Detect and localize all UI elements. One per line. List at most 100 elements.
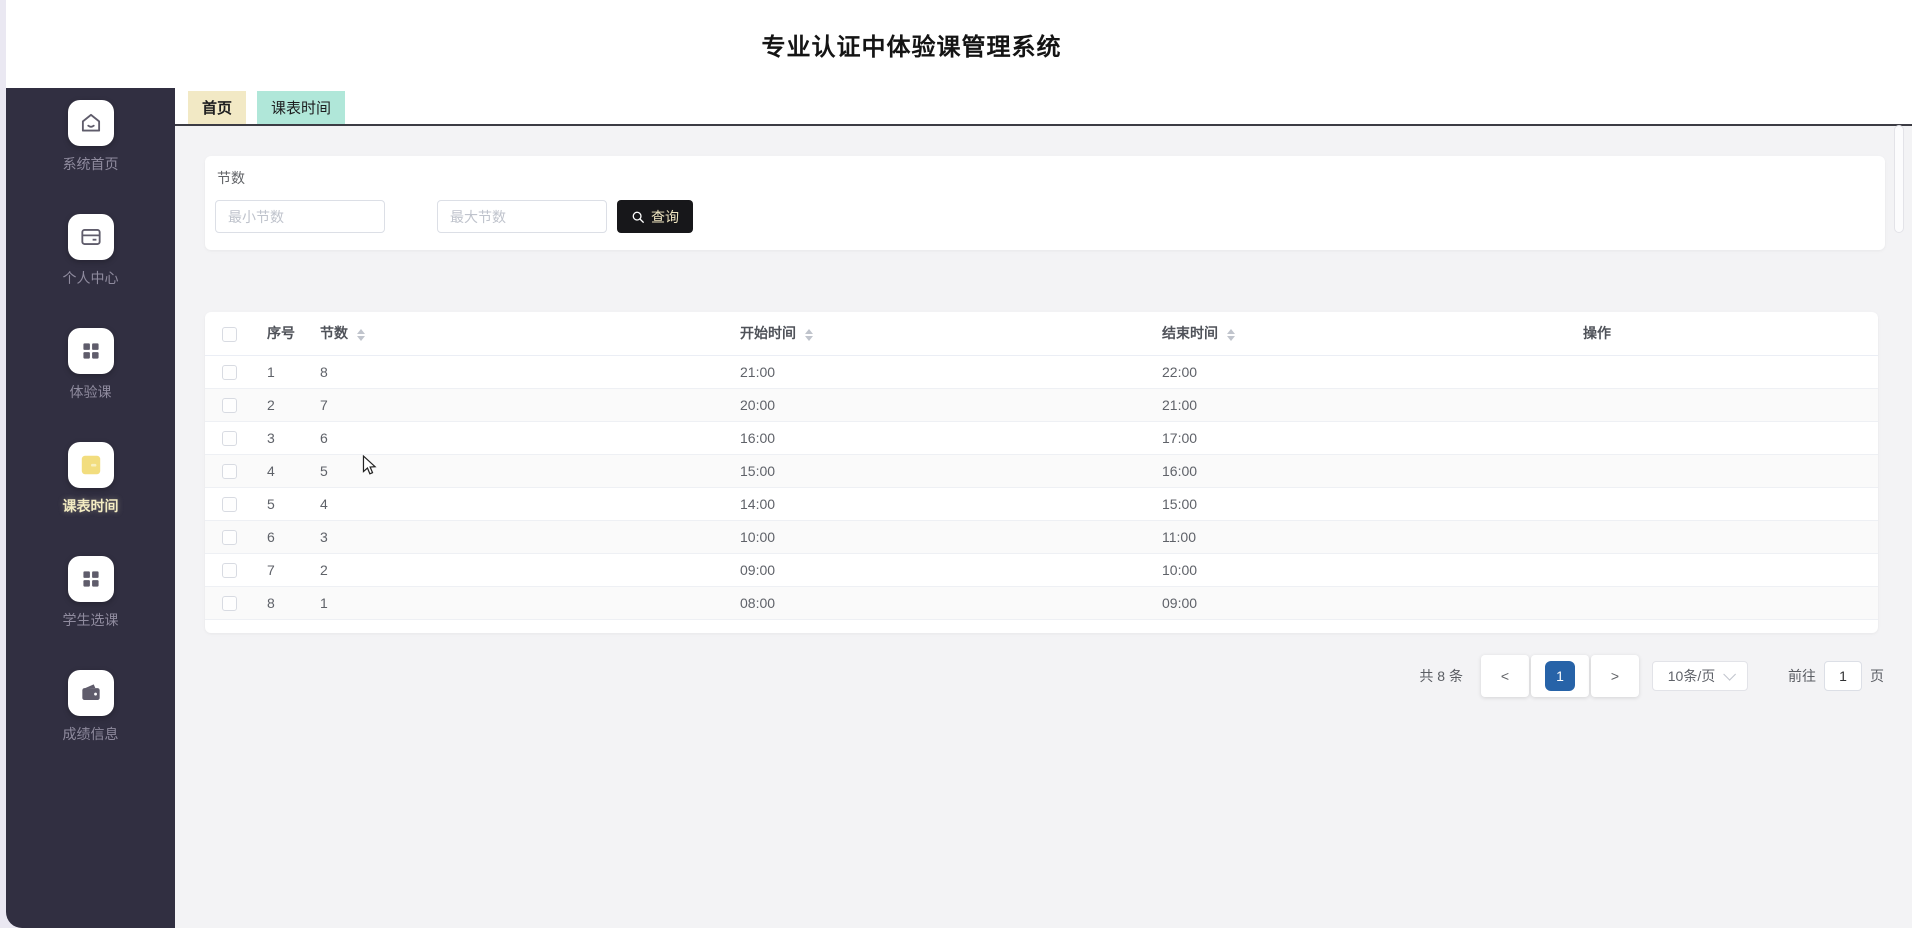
cell-end-time: 22:00 (1142, 355, 1563, 389)
page-title: 专业认证中体验课管理系统 (761, 33, 1062, 61)
cell-start-time: 16:00 (720, 421, 1142, 455)
goto-page-input[interactable] (1824, 661, 1862, 691)
search-button[interactable]: 查询 (617, 200, 693, 233)
row-checkbox[interactable] (222, 595, 237, 611)
cell-end-time: 15:00 (1142, 487, 1563, 521)
sidebar-item-system-home[interactable]: 系统首页 (6, 100, 175, 214)
tab-bar: 首页 课表时间 (175, 88, 1912, 126)
cell-end-time: 17:00 (1142, 421, 1563, 455)
sidebar-item-label: 体验课 (69, 384, 112, 400)
next-page-button[interactable]: > (1591, 655, 1639, 697)
cell-operations (1563, 388, 1878, 422)
sidebar-item-schedule-time[interactable]: 课表时间 (6, 442, 175, 556)
cell-operations (1563, 355, 1878, 389)
cell-operations (1563, 454, 1878, 488)
sort-icon (1226, 328, 1235, 341)
cell-periods: 4 (300, 487, 720, 521)
chevron-down-icon (1723, 667, 1737, 681)
table-row[interactable]: 5 4 14:00 15:00 (205, 487, 1878, 521)
max-periods-input[interactable] (437, 200, 607, 233)
search-button-label: 查询 (651, 208, 679, 225)
grid-icon (67, 556, 114, 602)
table-row[interactable]: 6 3 10:00 11:00 (205, 520, 1878, 554)
total-count-label: 共 8 条 (1419, 668, 1463, 684)
cell-index: 3 (250, 421, 300, 455)
cell-start-time: 14:00 (720, 487, 1142, 521)
table-header-row: 序号 节数 开始时间 结束时间 操作 (205, 312, 1878, 356)
cell-end-time: 10:00 (1142, 553, 1563, 587)
table-row[interactable]: 7 2 09:00 10:00 (205, 553, 1878, 587)
cell-end-time: 16:00 (1142, 454, 1563, 488)
cell-index: 6 (250, 520, 300, 554)
goto-label: 前往 (1788, 668, 1816, 684)
select-all-checkbox[interactable] (222, 326, 237, 342)
sidebar-item-grade-info[interactable]: 成绩信息 (6, 670, 175, 784)
table-row[interactable]: 8 1 08:00 09:00 (205, 586, 1878, 620)
cell-start-time: 21:00 (720, 355, 1142, 389)
sidebar-item-personal-center[interactable]: 个人中心 (6, 214, 175, 328)
sidebar-item-label: 成绩信息 (62, 726, 119, 742)
cell-start-time: 08:00 (720, 586, 1142, 620)
column-header-index: 序号 (250, 312, 300, 356)
cell-operations (1563, 421, 1878, 455)
schedule-table-card: 序号 节数 开始时间 结束时间 操作 1 8 21:00 22:00 2 7 2… (205, 312, 1878, 633)
table-body: 1 8 21:00 22:00 2 7 20:00 21:00 3 6 16:0… (205, 355, 1878, 620)
min-periods-input[interactable] (215, 200, 385, 233)
row-checkbox[interactable] (222, 562, 237, 578)
table-row[interactable]: 2 7 20:00 21:00 (205, 388, 1878, 422)
id-card-icon (67, 214, 114, 260)
page-size-value: 10条/页 (1667, 668, 1716, 684)
cell-end-time: 11:00 (1142, 520, 1563, 554)
main-content: 首页 课表时间 节数 查询 序号 (175, 88, 1912, 928)
cell-periods: 2 (300, 553, 720, 587)
column-header-operations: 操作 (1563, 312, 1878, 356)
tab-schedule-time[interactable]: 课表时间 (257, 91, 346, 124)
cell-periods: 6 (300, 421, 720, 455)
wallet-icon (67, 670, 114, 716)
column-header-end-time[interactable]: 结束时间 (1142, 312, 1563, 356)
row-checkbox[interactable] (222, 496, 237, 512)
cell-periods: 5 (300, 454, 720, 488)
sidebar-item-label: 学生选课 (62, 612, 119, 628)
cell-start-time: 15:00 (720, 454, 1142, 488)
vertical-scrollbar-thumb[interactable] (1894, 125, 1904, 233)
row-checkbox[interactable] (222, 529, 237, 545)
row-checkbox[interactable] (222, 430, 237, 446)
cell-end-time: 09:00 (1142, 586, 1563, 620)
cell-index: 7 (250, 553, 300, 587)
table-row[interactable]: 3 6 16:00 17:00 (205, 421, 1878, 455)
filter-panel: 节数 查询 (205, 156, 1885, 250)
cell-end-time: 21:00 (1142, 388, 1563, 422)
cell-index: 5 (250, 487, 300, 521)
filter-group-label: 节数 (217, 170, 245, 186)
cell-operations (1563, 487, 1878, 521)
app-header: 专业认证中体验课管理系统 (6, 0, 1912, 88)
tab-home[interactable]: 首页 (188, 91, 247, 124)
page-size-select[interactable]: 10条/页 (1652, 661, 1748, 691)
cell-operations (1563, 553, 1878, 587)
sidebar-item-experience-course[interactable]: 体验课 (6, 328, 175, 442)
cell-index: 4 (250, 454, 300, 488)
row-checkbox[interactable] (222, 463, 237, 479)
table-row[interactable]: 4 5 15:00 16:00 (205, 454, 1878, 488)
column-header-start-time[interactable]: 开始时间 (720, 312, 1142, 356)
table-row[interactable]: 1 8 21:00 22:00 (205, 355, 1878, 389)
sort-icon (804, 328, 813, 341)
cell-periods: 7 (300, 388, 720, 422)
cell-operations (1563, 586, 1878, 620)
row-checkbox[interactable] (222, 397, 237, 413)
grid-icon (67, 328, 114, 374)
schedule-table: 序号 节数 开始时间 结束时间 操作 1 8 21:00 22:00 2 7 2… (205, 312, 1878, 620)
cell-start-time: 10:00 (720, 520, 1142, 554)
prev-page-button[interactable]: < (1481, 655, 1529, 697)
sidebar-item-label: 系统首页 (62, 156, 119, 172)
row-checkbox[interactable] (222, 364, 237, 380)
column-header-periods[interactable]: 节数 (300, 312, 720, 356)
cell-index: 8 (250, 586, 300, 620)
pagination: 共 8 条 < 1 > 10条/页 前往 页 (1419, 654, 1884, 698)
cell-periods: 1 (300, 586, 720, 620)
home-icon (67, 100, 114, 146)
page-1-wrap[interactable]: 1 (1531, 655, 1589, 697)
page-1-button[interactable]: 1 (1545, 661, 1575, 691)
sidebar-item-student-course-selection[interactable]: 学生选课 (6, 556, 175, 670)
